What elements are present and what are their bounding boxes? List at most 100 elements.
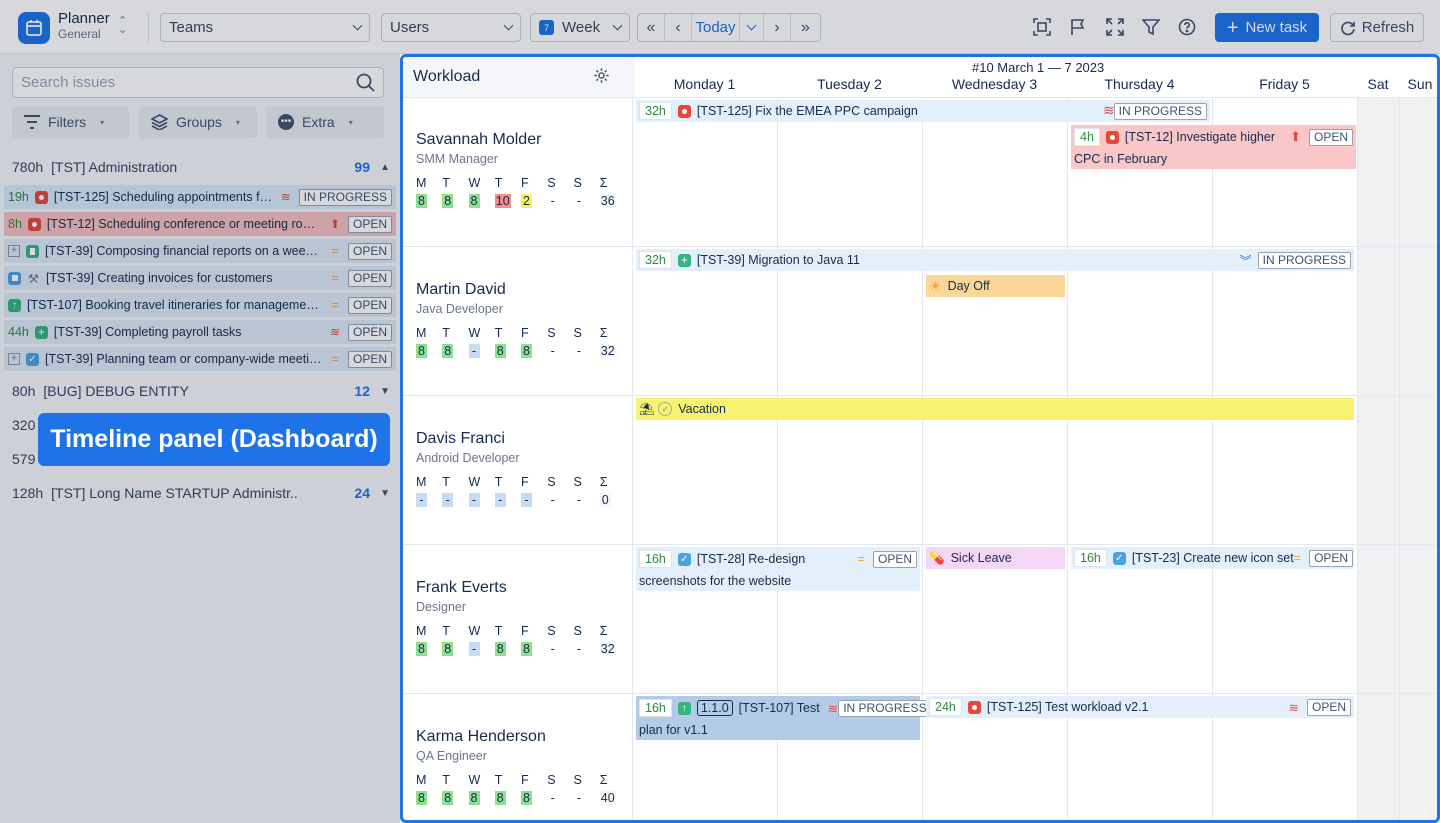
list-item[interactable]: + ✓ [TST-39] Planning team or company-wide…	[4, 347, 396, 371]
task-bar[interactable]: 32h [TST-125] Fix the EMEA PPC campaign IN…	[636, 100, 1210, 122]
chevron-left-icon[interactable]: ‹	[665, 14, 692, 41]
day-letter: T	[494, 176, 503, 190]
task-hours: 32h	[639, 251, 672, 269]
today-dropdown[interactable]	[740, 14, 764, 41]
gear-icon[interactable]	[593, 67, 610, 84]
daily-load: 8	[521, 791, 532, 805]
task-bar[interactable]: 16h ↑ 1.1.0 [TST-107] Test ≋ IN PROGRESS plan…	[636, 696, 932, 740]
day-letter: T	[494, 624, 503, 638]
day-header: Monday 1	[673, 76, 736, 92]
groups-button[interactable]: Groups ▾	[139, 106, 257, 138]
task-bar[interactable]: 32h + [TST-39] Migration to Java 11 ︾ IN PRO…	[636, 249, 1354, 271]
fullscreen-icon[interactable]	[1105, 17, 1125, 37]
task-bar[interactable]: 16h ✓ [TST-28] Re-design = OPEN screenshots …	[636, 547, 920, 591]
date-navigation: « ‹ Today › »	[637, 13, 821, 42]
vacation-bar[interactable]: ⛱ ✓ Vacation	[636, 398, 1354, 420]
day-letter: S	[547, 176, 556, 190]
task-bar[interactable]: 16h ✓ [TST-23] Create new icon set = OPEN	[1071, 547, 1354, 569]
group-header[interactable]: 128h [TST] Long Name STARTUP Administr.. 2…	[0, 480, 400, 506]
chevron-down-icon: ▾	[348, 117, 353, 127]
priority-medium-icon: =	[331, 271, 339, 285]
expand-icon[interactable]: +	[8, 353, 20, 365]
chevron-down-icon[interactable]: ▼	[380, 488, 390, 499]
daily-load: -	[521, 493, 532, 507]
double-chevron-left-icon[interactable]: «	[638, 14, 665, 41]
list-item[interactable]: 19h [TST-125] Scheduling appointments for…	[4, 185, 396, 209]
expand-icon[interactable]: +	[8, 245, 20, 257]
extra-label: Extra	[302, 114, 335, 130]
double-chevron-right-icon[interactable]: »	[791, 14, 820, 41]
sick-leave-bar[interactable]: 💊 Sick Leave	[926, 547, 1065, 569]
row-divider	[403, 246, 1437, 247]
list-item[interactable]: 44h + [TST-39] Completing payroll tasks ≋ OP…	[4, 320, 396, 344]
person-card[interactable]: Frank Everts Designer MTWTFSSΣ 8 8-8 8- -32	[416, 579, 626, 656]
status-badge: IN PROGRESS	[1113, 102, 1207, 120]
flag-icon[interactable]	[1068, 17, 1088, 37]
teams-select[interactable]: Teams	[160, 13, 370, 42]
calendar-icon[interactable]	[18, 12, 50, 44]
list-item[interactable]: ⚒ [TST-39] Creating invoices for customer…	[4, 266, 396, 290]
group-header[interactable]: 780h [TST] Administration 99 ▲	[0, 154, 400, 180]
extra-button[interactable]: ••• Extra ▾	[266, 106, 384, 138]
task-title: [TST-12] Investigate higher	[1124, 130, 1275, 144]
status-badge: OPEN	[1308, 128, 1353, 146]
group-hours: 579	[12, 451, 36, 467]
weekly-total: 32	[599, 344, 616, 358]
person-card[interactable]: Martin David Java Developer MTWTFSSΣ 88-…	[416, 281, 626, 358]
search-input[interactable]: Search issues	[12, 67, 384, 98]
teams-label: Teams	[169, 19, 214, 36]
task-icon: ✓	[1112, 551, 1126, 565]
daily-load: -	[576, 344, 582, 358]
sum-letter: Σ	[599, 475, 608, 489]
switch-board-icon[interactable]: ⌃ ⌄	[118, 16, 127, 36]
today-button[interactable]: Today	[692, 14, 740, 41]
chevron-up-icon[interactable]: ▲	[380, 162, 390, 173]
new-task-button[interactable]: + New task	[1215, 13, 1319, 42]
daily-load: 8	[416, 642, 427, 656]
chevron-right-icon[interactable]: ›	[764, 14, 791, 41]
refresh-icon	[1340, 21, 1355, 35]
daily-load: -	[442, 493, 454, 507]
bug-icon	[1105, 130, 1119, 144]
day-letter: S	[573, 475, 582, 489]
task-bar[interactable]: 24h [TST-125] Test workload v2.1 ≋ OPEN	[926, 696, 1354, 718]
person-role: SMM Manager	[416, 152, 498, 166]
users-label: Users	[390, 19, 430, 36]
refresh-button[interactable]: Refresh	[1330, 13, 1424, 42]
person-card[interactable]: Karma Henderson QA Engineer MTWTFSSΣ 888…	[416, 728, 626, 805]
users-select[interactable]: Users	[381, 13, 521, 42]
app-name: Planner	[58, 10, 110, 27]
task-title: [TST-39] Migration to Java 11	[696, 253, 860, 267]
period-select[interactable]: 7 Week	[530, 13, 630, 42]
list-item[interactable]: 8h [TST-12] Scheduling conference or meet…	[4, 212, 396, 236]
person-card[interactable]: Savannah Molder SMM Manager MTWTFSSΣ 888…	[416, 131, 626, 208]
day-letter: T	[442, 624, 450, 638]
day-header: Sat	[1367, 76, 1389, 92]
screenshot-icon[interactable]	[1032, 17, 1052, 37]
filters-button[interactable]: Filters ▾	[12, 106, 129, 138]
period-label: Week	[562, 19, 601, 36]
list-item[interactable]: + [TST-39] Composing financial reports on…	[4, 239, 396, 263]
filter-icon[interactable]	[1141, 17, 1161, 37]
item-hours: 8h	[8, 217, 22, 231]
task-title: [TST-28] Re-design	[696, 552, 806, 566]
filter-icon	[24, 115, 40, 129]
day-letter: M	[416, 475, 427, 489]
chevron-down-icon[interactable]: ▼	[380, 386, 390, 397]
new-feature-icon: +	[677, 253, 691, 267]
app-brand[interactable]: Planner General	[58, 10, 110, 41]
task-bar[interactable]: 4h [TST-12] Investigate higher ⬆ OPEN CPC i…	[1071, 125, 1356, 169]
group-header[interactable]: 80h [BUG] DEBUG ENTITY 12 ▼	[0, 378, 400, 404]
list-item[interactable]: ↑ [TST-107] Booking travel itineraries fo…	[4, 293, 396, 317]
help-icon[interactable]	[1177, 17, 1197, 37]
sum-letter: Σ	[599, 624, 608, 638]
item-title: [TST-39] Composing financial reports on …	[45, 244, 322, 258]
daily-loads: 8 8 8 8 8- -40	[416, 791, 626, 805]
day-letter: S	[573, 624, 582, 638]
daily-loads: 8 8-8 8- -32	[416, 344, 626, 358]
day-off-bar[interactable]: ☀ Day Off	[926, 275, 1065, 297]
task-title: [TST-23] Create new icon set	[1131, 551, 1294, 565]
person-card[interactable]: Davis Franci Android Developer MTWTFSSΣ …	[416, 430, 626, 507]
daily-load: -	[550, 194, 555, 208]
priority-highest-icon: ≋	[1103, 102, 1115, 118]
